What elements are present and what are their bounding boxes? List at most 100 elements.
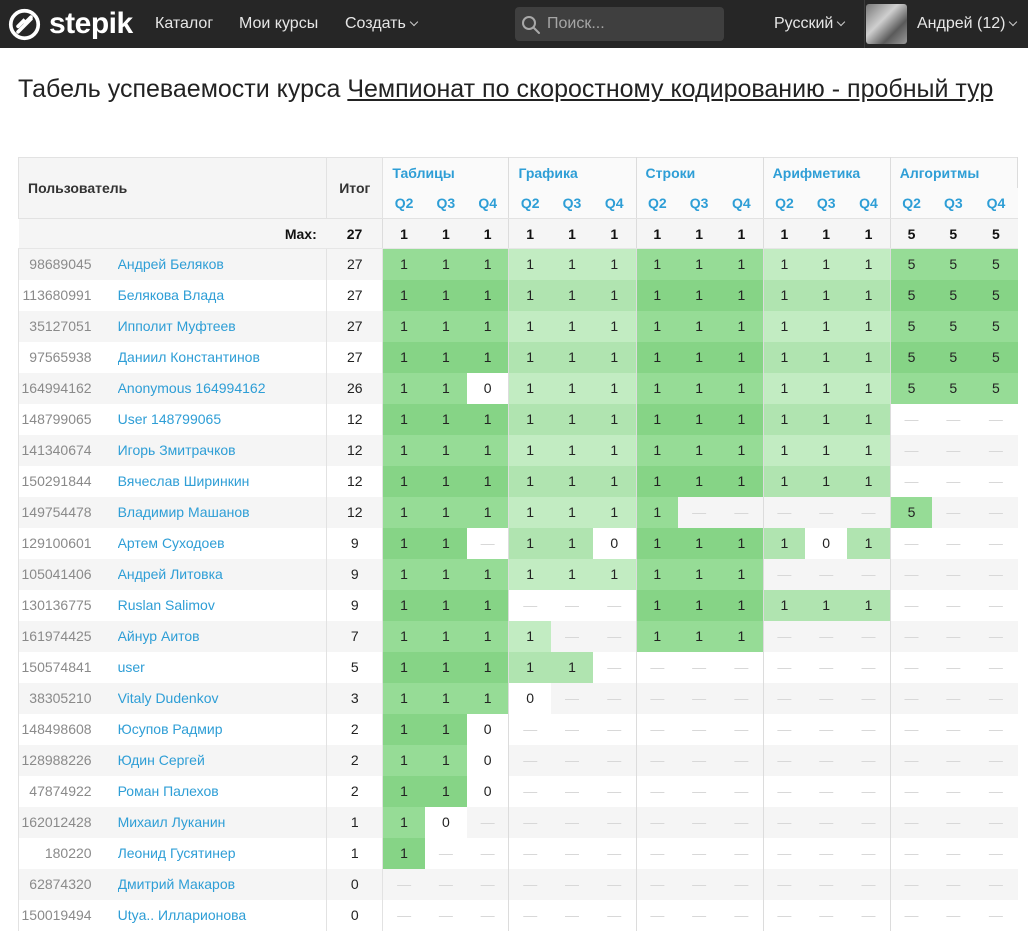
user-name-link[interactable]: Айнур Аитов — [117, 620, 327, 652]
module-header[interactable]: Алгоритмы — [889, 157, 1019, 188]
user-menu[interactable]: Андрей (12) — [917, 15, 1018, 33]
table-row: 150291844 Вячеслав Ширинкин 12 1 1 1 1 1 1 1 1 1 1 1 1… — [17, 465, 1018, 497]
step-header[interactable]: Q3 — [424, 187, 467, 219]
step-header[interactable]: Q3 — [550, 187, 593, 219]
user-name-link[interactable]: Белякова Влада — [117, 279, 327, 311]
empty-score-cell: — — [847, 713, 891, 745]
user-name-link[interactable]: Даниил Константинов — [117, 341, 327, 373]
step-header[interactable]: Q2 — [889, 187, 933, 219]
user-name-link[interactable]: Владимир Машанов — [117, 496, 327, 528]
empty-score-cell: — — [805, 868, 848, 900]
step-header[interactable]: Q2 — [635, 187, 679, 219]
user-name-link[interactable]: Михаил Луканин — [117, 806, 327, 838]
step-header[interactable]: Q4 — [847, 187, 891, 219]
step-header[interactable]: Q4 — [466, 187, 509, 219]
score-cell: 1 — [508, 372, 551, 404]
score-cell: 5 — [889, 248, 933, 280]
empty-score-cell: — — [847, 837, 891, 869]
user-avatar[interactable] — [866, 4, 907, 44]
user-name-link[interactable]: Леонид Гусятинер — [117, 837, 327, 869]
user-name-link[interactable]: Дмитрий Макаров — [117, 868, 327, 900]
empty-score-cell: — — [932, 589, 975, 621]
search-box[interactable] — [515, 7, 724, 41]
nav-my-courses-link[interactable]: Мои курсы — [239, 15, 318, 33]
score-cell: 1 — [847, 527, 891, 559]
module-header[interactable]: Таблицы — [382, 157, 510, 188]
step-header[interactable]: Q2 — [508, 187, 551, 219]
score-cell: 1 — [678, 372, 721, 404]
empty-score-cell: — — [932, 651, 975, 683]
user-name-link[interactable]: Андрей Беляков — [117, 248, 327, 280]
score-cell: 1 — [720, 310, 764, 342]
user-name-link[interactable]: Артем Суходоев — [117, 527, 327, 559]
empty-score-cell: — — [762, 806, 806, 838]
score-cell: 1 — [720, 341, 764, 373]
user-id: 162012428 — [17, 806, 118, 838]
score-cell: 1 — [382, 620, 425, 652]
step-header[interactable]: Q4 — [974, 187, 1018, 219]
empty-score-cell: — — [635, 806, 679, 838]
nav-create-menu[interactable]: Создать — [345, 15, 419, 33]
score-cell: 5 — [974, 372, 1018, 404]
score-cell: 1 — [550, 434, 593, 466]
step-header[interactable]: Q3 — [805, 187, 848, 219]
step-header[interactable]: Q3 — [678, 187, 721, 219]
empty-score-cell: — — [635, 868, 679, 900]
user-name-link[interactable]: Ruslan Salimov — [117, 589, 327, 621]
score-cell: 1 — [508, 527, 551, 559]
empty-score-cell: — — [932, 465, 975, 497]
score-cell: 1 — [678, 527, 721, 559]
score-cell: 1 — [550, 248, 593, 280]
user-total: 7 — [326, 620, 384, 652]
empty-score-cell: — — [593, 651, 637, 683]
user-total: 0 — [326, 868, 384, 900]
user-name-link[interactable]: Vitaly Dudenkov — [117, 682, 327, 714]
step-header[interactable]: Q3 — [932, 187, 975, 219]
module-header[interactable]: Строки — [635, 157, 764, 188]
score-cell: 1 — [762, 341, 806, 373]
nav-catalog-link[interactable]: Каталог — [155, 15, 213, 33]
empty-score-cell: — — [762, 837, 806, 869]
table-row: 113680991 Белякова Влада 27 1 1 1 1 1 1 1 1 1 1 1 1 5 5 5 — [17, 279, 1018, 311]
user-name-link[interactable]: Юсупов Радмир — [117, 713, 327, 745]
score-cell: 1 — [424, 744, 467, 776]
language-selector[interactable]: Русский — [774, 15, 846, 33]
user-name-link[interactable]: User 148799065 — [117, 403, 327, 435]
user-id: 98689045 — [17, 248, 118, 280]
user-name-link[interactable]: Anonymous 164994162 — [117, 372, 327, 404]
score-cell: 1 — [424, 775, 467, 807]
course-title-link[interactable]: Чемпионат по скоростному кодированию - п… — [347, 75, 993, 103]
user-name-link[interactable]: Роман Палехов — [117, 775, 327, 807]
empty-score-cell: — — [550, 713, 593, 745]
user-name-link[interactable]: Ипполит Муфтеев — [117, 310, 327, 342]
user-name-link[interactable]: Игорь Змитрачков — [117, 434, 327, 466]
empty-score-cell: — — [550, 806, 593, 838]
score-cell: 1 — [635, 310, 679, 342]
step-header[interactable]: Q2 — [762, 187, 806, 219]
empty-score-cell: — — [508, 899, 551, 931]
user-name-link[interactable]: user — [117, 651, 327, 683]
page-title-prefix: Табель успеваемости курса — [18, 75, 348, 103]
step-header[interactable]: Q2 — [382, 187, 425, 219]
max-score-cell: 1 — [720, 218, 764, 249]
score-cell: 1 — [382, 589, 425, 621]
user-id: 148799065 — [17, 403, 118, 435]
score-cell: 1 — [805, 248, 848, 280]
step-header[interactable]: Q4 — [593, 187, 637, 219]
score-cell: 1 — [805, 589, 848, 621]
user-id: 150019494 — [17, 899, 118, 931]
user-name-link[interactable]: Андрей Литовка — [117, 558, 327, 590]
stepik-logo[interactable]: stepik — [8, 6, 133, 42]
table-row: 164994162 Anonymous 164994162 26 1 1 0 1 1 1 1 1 1 1… — [17, 372, 1018, 404]
user-name-link[interactable]: Вячеслав Ширинкин — [117, 465, 327, 497]
score-cell: 1 — [550, 651, 593, 683]
user-name-link[interactable]: Юдин Сергей — [117, 744, 327, 776]
empty-score-cell: — — [508, 589, 551, 621]
search-input[interactable] — [545, 7, 720, 41]
score-cell: 1 — [593, 558, 637, 590]
module-header[interactable]: Арифметика — [762, 157, 891, 188]
module-header[interactable]: Графика — [508, 157, 637, 188]
user-name-link[interactable]: Utya.. Илларионова — [117, 899, 327, 931]
score-cell: 1 — [382, 434, 425, 466]
step-header[interactable]: Q4 — [720, 187, 764, 219]
